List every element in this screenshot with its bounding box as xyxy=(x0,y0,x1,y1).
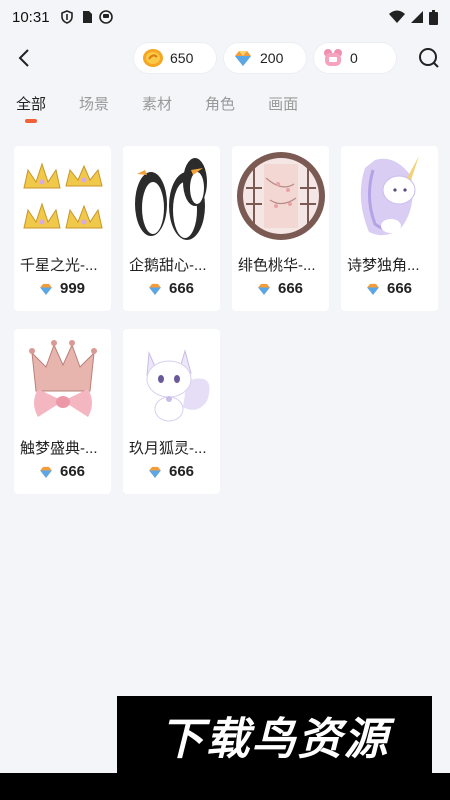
tab-scene[interactable]: 场景 xyxy=(79,92,109,118)
item-grid: 千星之光-... 999 企鹅甜心-... 666 绯色桃华-... 666 诗… xyxy=(14,146,438,494)
search-icon xyxy=(419,48,439,68)
crown-icon xyxy=(23,162,103,229)
watermark: 下载鸟资源 xyxy=(117,696,432,773)
gem-icon xyxy=(40,466,52,478)
item-price: 666 xyxy=(256,280,303,297)
bear-token-icon xyxy=(322,47,344,69)
item-price-value: 666 xyxy=(60,463,86,480)
gem-balance[interactable]: 200 xyxy=(224,43,306,73)
gem-icon xyxy=(232,47,254,69)
gem-icon xyxy=(40,283,52,295)
item-name: 诗梦独角... xyxy=(347,257,420,274)
item-price-value: 666 xyxy=(169,463,195,480)
item-price: 666 xyxy=(38,463,85,480)
wifi-icon xyxy=(389,10,405,23)
item-name: 玖月狐灵-... xyxy=(129,440,207,457)
item-name: 企鹅甜心-... xyxy=(129,257,207,274)
item-name: 绯色桃华-... xyxy=(238,257,316,274)
bear-token-count: 0 xyxy=(350,50,358,66)
unicorn-icon xyxy=(360,156,419,236)
item-name: 千星之光-... xyxy=(20,257,98,274)
status-time: 10:31 xyxy=(12,8,50,26)
battery-icon xyxy=(429,9,438,25)
item-card[interactable]: 触梦盛典-... 666 xyxy=(14,329,111,494)
back-button[interactable] xyxy=(12,46,36,70)
penguin-icon xyxy=(135,158,207,240)
bear-token-balance[interactable]: 0 xyxy=(314,43,396,73)
gem-icon xyxy=(149,466,161,478)
tab-picture[interactable]: 画面 xyxy=(268,92,298,118)
signal-icon xyxy=(411,11,423,23)
item-card[interactable]: 千星之光-... 999 xyxy=(14,146,111,311)
gem-icon xyxy=(258,283,270,295)
tab-material[interactable]: 素材 xyxy=(142,92,172,118)
bottom-bar xyxy=(0,773,450,800)
category-tabs: 全部 场景 素材 角色 画面 xyxy=(16,92,331,123)
item-price: 999 xyxy=(38,280,85,297)
gold-coin-icon xyxy=(142,47,164,69)
item-card[interactable]: 玖月狐灵-... 666 xyxy=(123,329,220,494)
item-card[interactable]: 绯色桃华-... 666 xyxy=(232,146,329,311)
back-arrow-icon xyxy=(18,49,29,67)
tab-all[interactable]: 全部 xyxy=(16,92,46,123)
status-bar: 10:31 xyxy=(0,0,450,34)
shield-icon xyxy=(60,10,73,24)
gold-coin-balance[interactable]: 650 xyxy=(134,43,216,73)
item-card[interactable]: 诗梦独角... 666 xyxy=(341,146,438,311)
face-icon xyxy=(98,10,113,24)
fox-icon xyxy=(146,349,210,422)
item-price: 666 xyxy=(365,280,412,297)
gold-coin-count: 650 xyxy=(170,50,194,66)
gem-icon xyxy=(367,283,379,295)
gem-count: 200 xyxy=(260,50,284,66)
tab-character[interactable]: 角色 xyxy=(205,92,235,118)
search-button[interactable] xyxy=(417,46,441,70)
item-price-value: 666 xyxy=(169,280,195,297)
item-card[interactable]: 企鹅甜心-... 666 xyxy=(123,146,220,311)
item-price: 666 xyxy=(147,463,194,480)
round-window-icon xyxy=(237,152,325,240)
item-price-value: 666 xyxy=(387,280,413,297)
top-bar: 650 200 0 xyxy=(0,40,450,76)
bow-crown-icon xyxy=(29,340,97,417)
item-name: 触梦盛典-... xyxy=(20,440,98,457)
item-price-value: 999 xyxy=(60,280,86,297)
gem-icon xyxy=(149,283,161,295)
item-price: 666 xyxy=(147,280,194,297)
item-price-value: 666 xyxy=(278,280,304,297)
sim-card-icon xyxy=(82,11,92,23)
